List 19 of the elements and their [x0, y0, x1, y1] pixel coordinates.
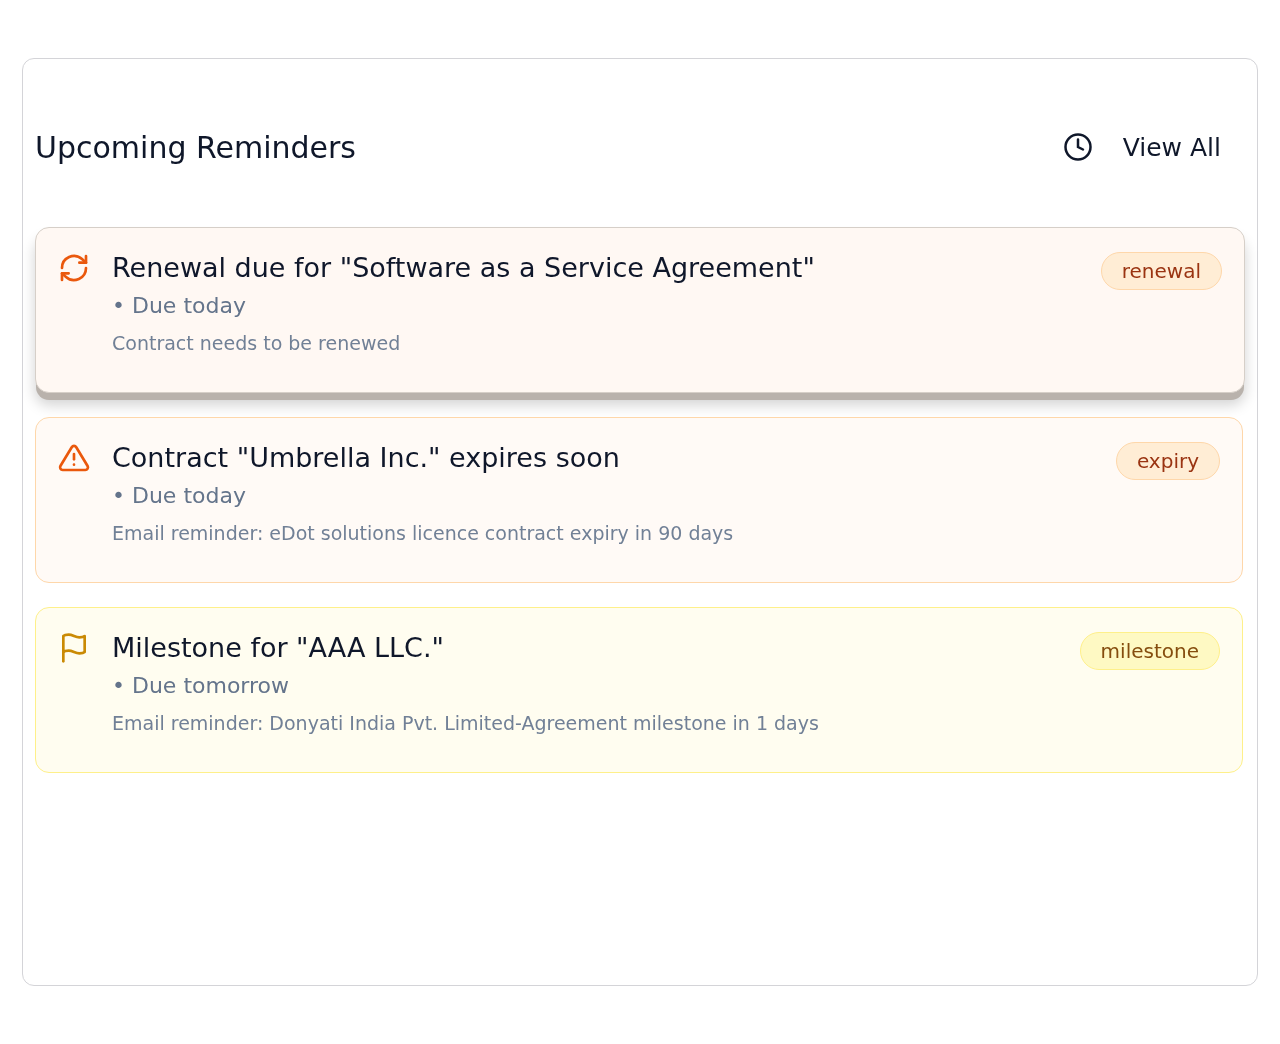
due-date: • Due today [112, 483, 247, 508]
type-tag: milestone [1079, 632, 1220, 670]
reminder-card[interactable]: Milestone for "AAA LLC." • Due tomorrow Email reminder: Donyati India Pvt. Limited-Agreement milestone in 1 days milestone [35, 607, 1243, 773]
reminder-description: Contract needs to be renewed [112, 332, 402, 354]
reminder-title: Milestone for "AAA LLC." [112, 632, 445, 663]
clock-icon [1062, 132, 1093, 162]
type-tag: expiry [1115, 442, 1220, 480]
type-tag: renewal [1100, 252, 1222, 290]
view-all-button[interactable]: View All [1062, 132, 1245, 162]
due-date: • Due tomorrow [112, 673, 291, 698]
reminder-card[interactable]: Contract "Umbrella Inc." expires soon • Due today Email reminder: eDot solutions licence contract expiry in 90 days expiry [35, 417, 1243, 583]
reminder-description: Email reminder: eDot solutions licence contract expiry in 90 days [112, 522, 735, 544]
due-date: • Due today [112, 293, 247, 318]
refresh-icon [58, 252, 90, 284]
reminder-title: Renewal due for "Software as a Service Agreement" [112, 252, 816, 283]
reminder-description: Email reminder: Donyati India Pvt. Limited-Agreement milestone in 1 days [112, 712, 820, 734]
warning-icon [58, 442, 90, 474]
reminder-title: Contract "Umbrella Inc." expires soon [112, 442, 621, 473]
panel-title: Upcoming Reminders [35, 129, 356, 165]
